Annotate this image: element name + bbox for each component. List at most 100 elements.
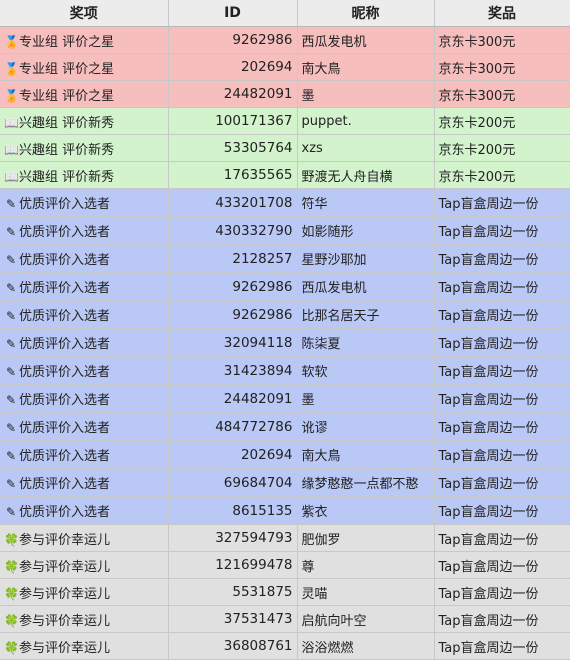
nickname-cell[interactable]: 野渡无人舟自横 xyxy=(297,161,435,189)
award-cell[interactable]: 📖兴趣组 评价新秀 xyxy=(0,107,169,135)
award-cell[interactable]: ✎ 优质评价入选者 xyxy=(0,412,169,441)
id-cell[interactable]: 37531473 xyxy=(168,605,298,633)
table-row: ✎ 优质评价入选者 32094118 陈柒夏 Tap盲盒周边一份 xyxy=(0,328,570,357)
nickname-cell[interactable]: 启航向叶空 xyxy=(297,605,435,633)
award-cell[interactable]: ✎ 优质评价入选者 xyxy=(0,384,169,413)
nickname-cell[interactable]: 讹谬 xyxy=(297,412,435,441)
id-cell[interactable]: 202694 xyxy=(168,53,298,81)
award-cell[interactable]: 📖兴趣组 评价新秀 xyxy=(0,134,169,162)
prize-cell[interactable]: Tap盲盒周边一份 xyxy=(434,605,570,633)
award-cell[interactable]: ✎ 优质评价入选者 xyxy=(0,356,169,385)
nickname-cell[interactable]: xzs xyxy=(297,134,435,162)
id-cell[interactable]: 121699478 xyxy=(168,551,298,579)
prize-cell[interactable]: Tap盲盒周边一份 xyxy=(434,300,570,329)
nickname-cell[interactable]: 紫衣 xyxy=(297,496,435,525)
prize-cell[interactable]: Tap盲盒周边一份 xyxy=(434,578,570,606)
table-row: 🍀参与评价幸运儿 37531473 启航向叶空 Tap盲盒周边一份 xyxy=(0,605,570,633)
medal-icon: 🏅 xyxy=(4,88,19,103)
award-cell[interactable]: 🏅专业组 评价之星 xyxy=(0,26,169,54)
nickname-cell[interactable]: 灵喵 xyxy=(297,578,435,606)
nickname-cell[interactable]: 西瓜发电机 xyxy=(297,26,435,54)
id-cell[interactable]: 9262986 xyxy=(168,26,298,54)
header-award[interactable]: 奖项 xyxy=(0,0,169,27)
header-nickname[interactable]: 昵称 xyxy=(297,0,435,27)
prize-cell[interactable]: Tap盲盒周边一份 xyxy=(434,440,570,469)
nickname-cell[interactable]: 如影随形 xyxy=(297,216,435,245)
award-cell[interactable]: ✎ 优质评价入选者 xyxy=(0,440,169,469)
id-cell[interactable]: 9262986 xyxy=(168,300,298,329)
nickname-cell[interactable]: 墨 xyxy=(297,80,435,108)
award-cell[interactable]: ✎ 优质评价入选者 xyxy=(0,300,169,329)
prize-cell[interactable]: Tap盲盒周边一份 xyxy=(434,356,570,385)
prize-cell[interactable]: Tap盲盒周边一份 xyxy=(434,188,570,217)
award-cell[interactable]: ✎ 优质评价入选者 xyxy=(0,496,169,525)
nickname-cell[interactable]: 符华 xyxy=(297,188,435,217)
prize-cell[interactable]: Tap盲盒周边一份 xyxy=(434,524,570,552)
award-cell[interactable]: 🍀参与评价幸运儿 xyxy=(0,578,169,606)
prize-cell[interactable]: Tap盲盒周边一份 xyxy=(434,496,570,525)
id-cell[interactable]: 8615135 xyxy=(168,496,298,525)
award-cell[interactable]: ✎ 优质评价入选者 xyxy=(0,272,169,301)
prize-cell[interactable]: Tap盲盒周边一份 xyxy=(434,551,570,579)
prize-cell[interactable]: Tap盲盒周边一份 xyxy=(434,244,570,273)
award-cell[interactable]: 🍀参与评价幸运儿 xyxy=(0,524,169,552)
nickname-cell[interactable]: 肥伽罗 xyxy=(297,524,435,552)
prize-cell[interactable]: Tap盲盒周边一份 xyxy=(434,468,570,497)
prize-cell[interactable]: Tap盲盒周边一份 xyxy=(434,384,570,413)
prize-cell[interactable]: Tap盲盒周边一份 xyxy=(434,272,570,301)
award-cell[interactable]: ✎ 优质评价入选者 xyxy=(0,216,169,245)
prize-cell[interactable]: Tap盲盒周边一份 xyxy=(434,632,570,660)
nickname-cell[interactable]: 南大鳥 xyxy=(297,53,435,81)
id-cell[interactable]: 484772786 xyxy=(168,412,298,441)
id-cell[interactable]: 32094118 xyxy=(168,328,298,357)
id-cell[interactable]: 53305764 xyxy=(168,134,298,162)
id-cell[interactable]: 36808761 xyxy=(168,632,298,660)
prize-cell[interactable]: 京东卡200元 xyxy=(434,161,570,189)
nickname-cell[interactable]: 陈柒夏 xyxy=(297,328,435,357)
nickname-cell[interactable]: 星野沙耶加 xyxy=(297,244,435,273)
prize-cell[interactable]: 京东卡300元 xyxy=(434,53,570,81)
award-cell[interactable]: 🏅专业组 评价之星 xyxy=(0,80,169,108)
id-cell[interactable]: 327594793 xyxy=(168,524,298,552)
nickname-cell[interactable]: 墨 xyxy=(297,384,435,413)
id-cell[interactable]: 202694 xyxy=(168,440,298,469)
nickname-cell[interactable]: 比那名居天子 xyxy=(297,300,435,329)
id-cell[interactable]: 69684704 xyxy=(168,468,298,497)
award-cell[interactable]: 🍀参与评价幸运儿 xyxy=(0,551,169,579)
prize-cell[interactable]: Tap盲盒周边一份 xyxy=(434,216,570,245)
id-cell[interactable]: 433201708 xyxy=(168,188,298,217)
nickname-cell[interactable]: 南大鳥 xyxy=(297,440,435,469)
prize-cell[interactable]: Tap盲盒周边一份 xyxy=(434,328,570,357)
header-id[interactable]: ID xyxy=(168,0,298,27)
award-cell[interactable]: 🍀参与评价幸运儿 xyxy=(0,632,169,660)
nickname-cell[interactable]: 尊 xyxy=(297,551,435,579)
id-cell[interactable]: 430332790 xyxy=(168,216,298,245)
id-cell[interactable]: 31423894 xyxy=(168,356,298,385)
prize-cell[interactable]: 京东卡200元 xyxy=(434,134,570,162)
table-row: ✎ 优质评价入选者 9262986 比那名居天子 Tap盲盒周边一份 xyxy=(0,300,570,329)
nickname-cell[interactable]: 软软 xyxy=(297,356,435,385)
award-cell[interactable]: ✎ 优质评价入选者 xyxy=(0,188,169,217)
id-cell[interactable]: 2128257 xyxy=(168,244,298,273)
award-cell[interactable]: 🏅专业组 评价之星 xyxy=(0,53,169,81)
award-cell[interactable]: 🍀参与评价幸运儿 xyxy=(0,605,169,633)
nickname-cell[interactable]: 西瓜发电机 xyxy=(297,272,435,301)
nickname-cell[interactable]: 缘梦憨憨一点都不憨 xyxy=(297,468,435,497)
id-cell[interactable]: 24482091 xyxy=(168,384,298,413)
header-prize[interactable]: 奖品 xyxy=(434,0,570,27)
prize-cell[interactable]: 京东卡200元 xyxy=(434,107,570,135)
award-cell[interactable]: ✎ 优质评价入选者 xyxy=(0,468,169,497)
prize-cell[interactable]: Tap盲盒周边一份 xyxy=(434,412,570,441)
id-cell[interactable]: 24482091 xyxy=(168,80,298,108)
id-cell[interactable]: 17635565 xyxy=(168,161,298,189)
prize-cell[interactable]: 京东卡300元 xyxy=(434,80,570,108)
nickname-cell[interactable]: puppet. xyxy=(297,107,435,135)
nickname-cell[interactable]: 浴浴燃燃 xyxy=(297,632,435,660)
prize-cell[interactable]: 京东卡300元 xyxy=(434,26,570,54)
award-cell[interactable]: ✎ 优质评价入选者 xyxy=(0,244,169,273)
id-cell[interactable]: 100171367 xyxy=(168,107,298,135)
id-cell[interactable]: 5531875 xyxy=(168,578,298,606)
award-cell[interactable]: ✎ 优质评价入选者 xyxy=(0,328,169,357)
award-cell[interactable]: 📖兴趣组 评价新秀 xyxy=(0,161,169,189)
id-cell[interactable]: 9262986 xyxy=(168,272,298,301)
